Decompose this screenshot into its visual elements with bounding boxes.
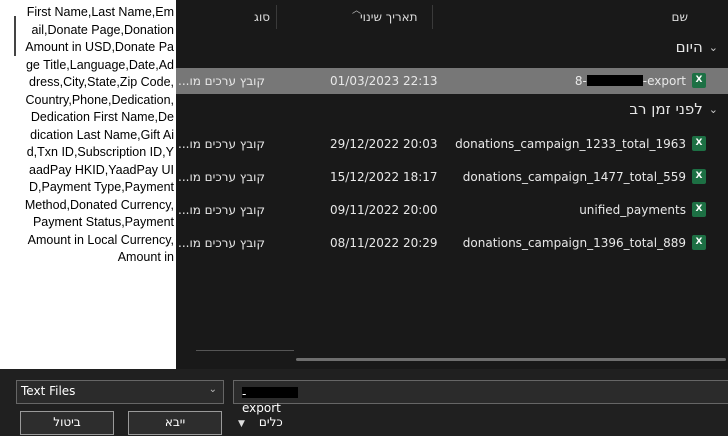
file-list[interactable]: שם תאריך שינוי ︿ סוג היום ⌄ קובץ ערכים מו.… — [176, 0, 728, 369]
file-row[interactable]: קובץ ערכים מו... 01/03/2023 22:13 8- -expor… — [176, 68, 728, 94]
excel-csv-icon: X — [692, 202, 706, 217]
redaction-bar — [586, 75, 643, 86]
excel-csv-icon: X — [692, 169, 706, 184]
file-date: 01/03/2023 22:13 — [330, 74, 438, 88]
column-header-type[interactable]: סוג — [254, 0, 270, 33]
preview-text: First Name,Last Name,Email,Donate Page,D… — [24, 5, 174, 264]
horizontal-scrollbar[interactable] — [296, 358, 726, 361]
group-header[interactable]: היום ⌄ — [676, 38, 718, 56]
file-date: 29/12/2022 20:03 — [330, 137, 438, 151]
file-date: 08/11/2022 20:29 — [330, 236, 438, 250]
preview-gutter — [0, 0, 24, 369]
file-name: 8- -export — [574, 74, 686, 88]
column-header-modified[interactable]: תאריך שינוי — [360, 0, 418, 33]
file-type: קובץ ערכים מו... — [178, 203, 265, 217]
sort-indicator-icon: ︿ — [352, 6, 362, 16]
column-header-name[interactable]: שם — [672, 0, 688, 33]
excel-csv-icon: X — [692, 136, 706, 151]
cancel-button[interactable]: ביטול — [20, 411, 114, 435]
chevron-down-icon: ⌄ — [208, 384, 217, 395]
file-name: unified_payments — [579, 203, 686, 217]
file-row[interactable]: קובץ ערכים מו... 29/12/2022 20:03 donation… — [176, 131, 728, 157]
file-row[interactable]: קובץ ערכים מו... 08/11/2022 20:29 donation… — [176, 230, 728, 256]
chevron-down-icon: ⌄ — [708, 102, 718, 116]
excel-csv-icon: X — [692, 73, 706, 88]
file-row[interactable]: קובץ ערכים מו... 09/11/2022 20:00 unified_… — [176, 197, 728, 223]
dropdown-arrow-icon: ▼ — [238, 419, 245, 429]
file-row[interactable]: קובץ ערכים מו... 15/12/2022 18:17 donation… — [176, 164, 728, 190]
dialog-footer: Text Files ⌄ 8--export ביטול ייבא ▼כלים — [0, 369, 728, 436]
preview-pane: First Name,Last Name,Email,Donate Page,D… — [0, 0, 176, 369]
tools-menu-button[interactable]: ▼ כלים — [238, 415, 283, 429]
file-type: קובץ ערכים מו... — [178, 236, 265, 250]
file-type: קובץ ערכים מו... — [178, 170, 265, 184]
open-button[interactable]: ייבא — [128, 411, 222, 435]
excel-csv-icon: X — [692, 235, 706, 250]
file-type-dropdown[interactable]: Text Files ⌄ — [16, 380, 224, 404]
file-type: קובץ ערכים מו... — [178, 74, 265, 88]
chevron-down-icon: ⌄ — [708, 40, 718, 54]
file-type: קובץ ערכים מו... — [178, 137, 265, 151]
file-name: donations_campaign_1477_total_559 — [462, 170, 686, 184]
group-header[interactable]: לפני זמן רב ⌄ — [629, 100, 718, 118]
file-name: donations_campaign_1396_total_889 — [462, 236, 686, 250]
preview-scrollbar[interactable] — [196, 350, 294, 351]
filename-input[interactable]: 8--export — [233, 380, 728, 415]
file-date: 15/12/2022 18:17 — [330, 170, 438, 184]
file-date: 09/11/2022 20:00 — [330, 203, 438, 217]
file-name: donations_campaign_1233_total_1963 — [455, 137, 686, 151]
